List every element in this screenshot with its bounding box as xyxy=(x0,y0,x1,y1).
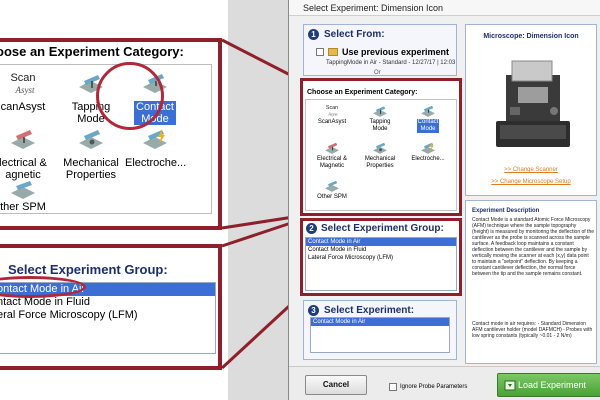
tapping-mode-icon xyxy=(371,103,389,118)
experiment-group-item[interactable]: Contact Mode in Fluid xyxy=(306,246,456,254)
description-requirements: Contact mode in air requires: - Standard… xyxy=(472,321,593,339)
category-label: Contact Mode xyxy=(416,119,440,133)
experiment-group-item[interactable]: Lateral Force Microscopy (LFM) xyxy=(306,254,456,262)
ignore-probe-checkbox[interactable] xyxy=(389,383,397,391)
category-grid: Scan Asyst ScanAsyst Tapping Mode Contact… xyxy=(305,99,457,211)
step-number: 3 xyxy=(308,305,319,316)
change-setup-link[interactable]: >> Change Microscope Setup xyxy=(466,179,596,185)
load-icon xyxy=(504,380,516,391)
dialog-footer: Cancel Ignore Probe Parameters Load Expe… xyxy=(289,366,600,400)
description-title: Experiment Description xyxy=(472,208,540,214)
zoomed-callout: oose an Experiment Category: Scan Asyst c… xyxy=(0,0,228,400)
change-scanner-link[interactable]: >> Change Scanner xyxy=(466,167,596,173)
microscope-title: Microscope: Dimension Icon xyxy=(483,33,579,40)
experiment-group-title: Select Experiment Group: xyxy=(321,223,444,234)
step-number: 2 xyxy=(306,223,317,234)
contact-mode-icon xyxy=(419,103,437,118)
experiment-group-list[interactable]: Contact Mode in Air Contact Mode in Flui… xyxy=(305,237,457,291)
microscope-panel: Microscope: Dimension Icon >> Change Sca… xyxy=(465,24,597,196)
category-scanasyst[interactable]: Scan Asyst ScanAsyst xyxy=(310,103,354,126)
mechanical-properties-icon xyxy=(371,140,389,155)
select-from-section: 1 Select From: Use previous experiment T… xyxy=(303,24,457,76)
svg-text:Asyst: Asyst xyxy=(327,111,338,116)
category-label: Tapping Mode xyxy=(369,119,391,132)
experiment-description-panel: Experiment Description Contact Mode is a… xyxy=(465,200,597,364)
zoom-category-scanasyst[interactable]: Scan Asyst canAsyst xyxy=(0,69,55,113)
category-label: Electroche... xyxy=(411,156,445,162)
select-experiment-dialog: Select Experiment: Dimension Icon 1 Sele… xyxy=(288,0,600,400)
svg-text:Asyst: Asyst xyxy=(15,85,35,95)
experiment-group-frame: 2 Select Experiment Group: Contact Mode … xyxy=(300,218,462,296)
electrical-magnetic-icon xyxy=(323,140,341,155)
zoom-category-electrochem[interactable]: Electroche... xyxy=(123,125,187,169)
other-spm-icon xyxy=(323,178,341,193)
category-label: ScanAsyst xyxy=(317,119,347,125)
folder-icon xyxy=(328,48,338,56)
use-previous-experiment[interactable]: Use previous experiment xyxy=(316,47,449,57)
mechanical-properties-icon xyxy=(74,125,108,155)
zoom-group-item[interactable]: eral Force Microscopy (LFM) xyxy=(0,309,215,322)
scanasyst-icon: Scan Asyst xyxy=(323,103,341,118)
zoom-category-label: canAsyst xyxy=(0,101,46,113)
select-from-title: Select From: xyxy=(324,29,385,40)
select-experiment-title: Select Experiment: xyxy=(324,305,415,316)
other-spm-icon xyxy=(6,181,40,199)
experiment-group-item[interactable]: Contact Mode in Air xyxy=(306,238,456,246)
experiment-item[interactable]: Contact Mode in Air xyxy=(311,318,449,326)
category-contact[interactable]: Contact Mode xyxy=(406,103,450,133)
zoom-category-mechanical[interactable]: Mechanical Properties xyxy=(59,125,123,181)
use-previous-label: Use previous experiment xyxy=(342,47,450,57)
ignore-probe-label: Ignore Probe Parameters xyxy=(400,384,468,390)
category-tapping[interactable]: Tapping Mode xyxy=(358,103,402,133)
category-label: Mechanical Properties xyxy=(364,156,396,169)
category-mechanical[interactable]: Mechanical Properties xyxy=(358,140,402,170)
category-label: Other SPM xyxy=(317,194,347,200)
zoom-category-label: ther SPM xyxy=(0,201,46,213)
svg-text:Scan: Scan xyxy=(326,105,338,111)
electrical-magnetic-icon xyxy=(6,125,40,155)
load-experiment-label: Load Experiment xyxy=(518,380,587,390)
category-electrochem[interactable]: Electroche... xyxy=(406,140,450,163)
zoom-group-title: Select Experiment Group: xyxy=(8,262,168,277)
cancel-button[interactable]: Cancel xyxy=(305,375,367,395)
load-experiment-button[interactable]: Load Experiment xyxy=(497,373,600,397)
category-frame: Choose an Experiment Category: Scan Asyst… xyxy=(300,78,462,216)
microscope-image xyxy=(496,60,570,147)
category-electrical[interactable]: Electrical & Magnetic xyxy=(310,140,354,170)
zoom-category-label: lectrical & agnetic xyxy=(0,157,47,181)
step-number: 1 xyxy=(308,29,319,40)
or-separator: Or xyxy=(374,70,381,76)
category-label: Electrical & Magnetic xyxy=(316,156,347,169)
svg-text:Scan: Scan xyxy=(10,72,35,84)
zoom-category-electrical[interactable]: lectrical & agnetic xyxy=(0,125,55,181)
ignore-probe-parameters[interactable]: Ignore Probe Parameters xyxy=(389,383,467,391)
zoom-category-label: Electroche... xyxy=(125,157,187,169)
highlight-circle xyxy=(96,62,164,130)
use-previous-checkbox[interactable] xyxy=(316,48,324,56)
electrochemistry-icon xyxy=(138,125,172,155)
zoom-category-other[interactable]: ther SPM xyxy=(0,181,55,213)
description-text: Contact Mode is a standard Atomic Force … xyxy=(472,217,595,277)
category-title: Choose an Experiment Category: xyxy=(307,89,418,96)
previous-experiment-info: TappingMode in Air - Standard - 12/27/17… xyxy=(326,60,456,66)
category-other[interactable]: Other SPM xyxy=(310,178,354,201)
select-experiment-section: 3 Select Experiment: Contact Mode in Air xyxy=(303,300,457,360)
electrochemistry-icon xyxy=(419,140,437,155)
experiment-list[interactable]: Contact Mode in Air xyxy=(310,317,450,353)
zoom-category-title: oose an Experiment Category: xyxy=(0,44,184,59)
dialog-titlebar: Select Experiment: Dimension Icon xyxy=(289,0,600,16)
zoom-category-label: Mechanical Properties xyxy=(63,157,119,181)
scanasyst-icon: Scan Asyst xyxy=(6,69,40,99)
